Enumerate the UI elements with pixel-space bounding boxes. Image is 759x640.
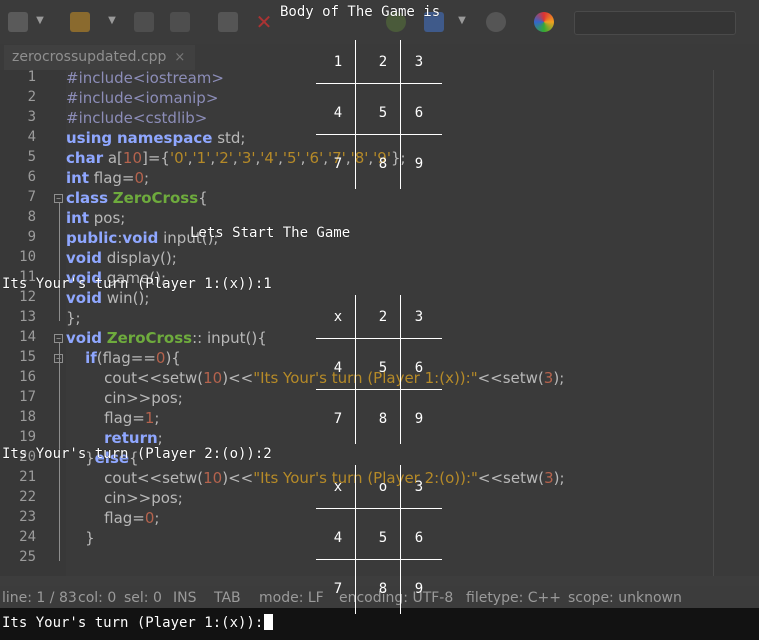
code-line: #include<cstdlib> bbox=[66, 109, 208, 127]
terminal-input-area[interactable] bbox=[0, 608, 759, 640]
chevron-down-icon[interactable]: ▼ bbox=[456, 14, 468, 28]
line-number-gutter: 1 2 3 4 5 6 7 8 9 10 11 12 13 14 15 16 17 18 19 20 21 22 23 24 2… bbox=[0, 69, 66, 576]
line-number: 2 bbox=[27, 89, 36, 105]
line-number: 19 bbox=[19, 429, 36, 445]
line-number: 10 bbox=[19, 249, 36, 265]
code-line: #include<iostream> bbox=[66, 69, 224, 87]
line-number: 1 bbox=[27, 69, 36, 85]
new-file-icon[interactable] bbox=[8, 12, 28, 32]
code-line: int flag=0; bbox=[66, 169, 150, 187]
toolbar: ▼ ▼ ✕ ▼ bbox=[0, 0, 759, 44]
line-number: 6 bbox=[27, 169, 36, 185]
line-number: 9 bbox=[27, 229, 36, 245]
close-icon[interactable]: ✕ bbox=[254, 12, 274, 32]
status-mode: mode: LF bbox=[259, 590, 324, 606]
line-number: 22 bbox=[19, 489, 36, 505]
tab-bar: zerocrossupdated.cpp × bbox=[0, 44, 759, 70]
status-col: col: 0 bbox=[78, 590, 117, 606]
tab-zerocrossupdated[interactable]: zerocrossupdated.cpp × bbox=[4, 45, 196, 70]
line-number: 8 bbox=[27, 209, 36, 225]
code-line: #include<iomanip> bbox=[66, 89, 219, 107]
status-encoding: encoding: UTF-8 bbox=[339, 590, 454, 606]
code-line: void display(); bbox=[66, 249, 177, 267]
line-number: 25 bbox=[19, 549, 36, 565]
save-icon[interactable] bbox=[134, 12, 154, 32]
save-all-icon[interactable] bbox=[170, 12, 190, 32]
code-line: void win(); bbox=[66, 289, 150, 307]
code-line: cin>>pos; bbox=[66, 489, 183, 507]
code-line: cout<<setw(10)<<"Its Your's turn (Player… bbox=[66, 469, 565, 487]
code-line: return; bbox=[104, 429, 163, 447]
line-number: 5 bbox=[27, 149, 36, 165]
line-number: 15 bbox=[19, 349, 36, 365]
editor-window: ▼ ▼ ✕ ▼ zerocrossupdated.cpp × 1234567891… bbox=[0, 0, 759, 610]
code-line: cout<<setw(10)<<"Its Your's turn (Player… bbox=[66, 369, 565, 387]
line-number: 21 bbox=[19, 469, 36, 485]
search-input[interactable] bbox=[574, 11, 736, 35]
code-line: }else{ bbox=[66, 449, 139, 467]
line-number: 4 bbox=[27, 129, 36, 145]
line-number: 3 bbox=[27, 109, 36, 125]
text-cursor bbox=[264, 614, 274, 630]
build-icon[interactable] bbox=[424, 12, 444, 32]
code-line: char a[10]={'0','1','2','3','4','5','6',… bbox=[66, 149, 406, 167]
chevron-down-icon[interactable]: ▼ bbox=[34, 14, 46, 28]
line-number: 17 bbox=[19, 389, 36, 405]
tab-close-icon[interactable]: × bbox=[174, 50, 185, 65]
status-tab: TAB bbox=[214, 590, 241, 606]
code-line: public:void input(); bbox=[66, 229, 219, 247]
prompt-text: Its Your's turn (Player 1:(x)): bbox=[2, 615, 264, 631]
status-scope: scope: unknown bbox=[568, 590, 682, 606]
status-filetype: filetype: C++ bbox=[466, 590, 561, 606]
line-number: 16 bbox=[19, 369, 36, 385]
long-line-marker bbox=[713, 70, 714, 576]
line-number: 13 bbox=[19, 309, 36, 325]
line-number: 11 bbox=[19, 269, 36, 285]
tab-label: zerocrossupdated.cpp bbox=[12, 49, 167, 65]
fold-line bbox=[59, 343, 60, 561]
line-number: 14 bbox=[19, 329, 36, 345]
fold-toggle-icon[interactable]: − bbox=[54, 334, 63, 343]
preferences-icon[interactable] bbox=[486, 12, 506, 32]
line-number: 12 bbox=[19, 289, 36, 305]
code-line: flag=0; bbox=[66, 509, 160, 527]
line-number: 18 bbox=[19, 409, 36, 425]
status-bar: line: 1 / 83 col: 0 sel: 0 INS TAB mode:… bbox=[0, 586, 759, 610]
code-line: int pos; bbox=[66, 209, 126, 227]
color-chooser-icon[interactable] bbox=[534, 12, 554, 32]
line-number: 7 bbox=[27, 189, 36, 205]
open-folder-icon[interactable] bbox=[70, 12, 90, 32]
code-line: void ZeroCross:: input(){ bbox=[66, 329, 267, 347]
line-number: 23 bbox=[19, 509, 36, 525]
input-prompt[interactable]: Its Your's turn (Player 1:(x)): bbox=[2, 614, 274, 632]
code-line: class ZeroCross{ bbox=[66, 189, 208, 207]
line-number: 20 bbox=[19, 449, 36, 465]
revert-icon[interactable] bbox=[218, 12, 238, 32]
code-line: cin>>pos; bbox=[66, 389, 183, 407]
code-editor[interactable]: 1 2 3 4 5 6 7 8 9 10 11 12 13 14 15 16 17 18 19 20 21 22 23 24 2… bbox=[0, 69, 759, 576]
status-sel: sel: 0 bbox=[124, 590, 162, 606]
code-line: void game(); bbox=[66, 269, 167, 287]
code-line: } bbox=[66, 529, 95, 547]
code-line: flag=1; bbox=[66, 409, 160, 427]
chevron-down-icon[interactable]: ▼ bbox=[106, 14, 118, 28]
status-ins: INS bbox=[173, 590, 197, 606]
code-line: }; bbox=[66, 309, 81, 327]
fold-line bbox=[59, 203, 60, 321]
status-line: line: 1 / 83 bbox=[2, 590, 77, 606]
code-line: using namespace std; bbox=[66, 129, 246, 147]
compile-icon[interactable] bbox=[386, 12, 406, 32]
line-number: 24 bbox=[19, 529, 36, 545]
fold-toggle-icon[interactable]: − bbox=[54, 194, 63, 203]
code-line: if(flag==0){ bbox=[85, 349, 181, 367]
